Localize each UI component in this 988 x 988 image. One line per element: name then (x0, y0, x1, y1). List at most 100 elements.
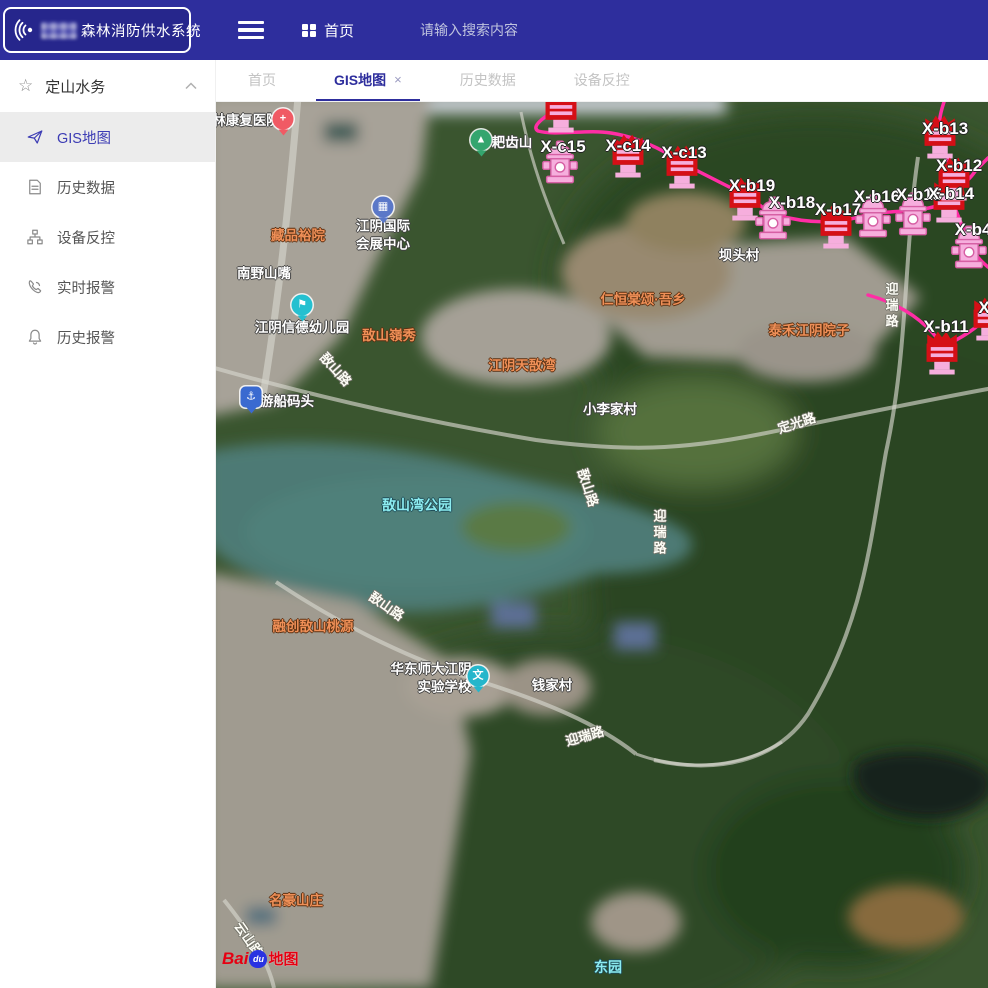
baidu-logo-suffix: 地图 (268, 948, 298, 969)
poi-marker-school[interactable]: 文 (468, 666, 489, 687)
marker-tail (297, 316, 307, 322)
tab-label: 设备反控 (574, 70, 630, 90)
sonar-icon (13, 18, 37, 42)
gis-map[interactable]: 林康复医院耙齿山藏品裕院江阴国际 会展中心南野山嘴江阴信德幼儿园敔山嶺秀江阴天敔… (216, 102, 988, 988)
sidebar-group-label: 定山水务 (45, 76, 185, 97)
map-label: 林康复医院 (216, 112, 280, 130)
sidebar-item-gis-map[interactable]: GIS地图 (0, 112, 215, 162)
hydrant-label: X-b11 (923, 317, 968, 337)
hydrant-label: X-c13 (661, 143, 706, 163)
map-label: 融创敔山桃源 (273, 618, 354, 636)
document-icon (26, 178, 44, 196)
wharf-icon: ⚓ (246, 392, 256, 403)
logo-censored-region (41, 22, 77, 39)
poi-marker-kindergarten[interactable]: ⚑ (292, 295, 313, 316)
chevron-up-icon[interactable] (185, 82, 197, 90)
sidebar-item-label: 历史报警 (57, 327, 115, 348)
map-label: 泰禾江阴院子 (769, 322, 850, 340)
baidu-maps-attribution: Bai du 地图 (222, 948, 298, 969)
hydrant-label: X-b16 (854, 187, 900, 207)
tab-device-control[interactable]: 设备反控 (556, 60, 648, 101)
bell-icon (26, 328, 44, 346)
map-label: 江阴天敔湾 (488, 357, 556, 375)
header-home-button[interactable]: 首页 (302, 0, 354, 60)
map-label: 藏品裕院 (271, 227, 325, 245)
map-label: 敔山路 (365, 589, 407, 625)
map-label: 敔山嶺秀 (362, 327, 416, 345)
hydrant-label: X-b18 (769, 193, 815, 213)
school-icon: 文 (473, 671, 484, 682)
map-label: 坝头村 (719, 247, 760, 265)
poi-marker-hospital[interactable]: + (273, 109, 294, 130)
poi-marker-exhibition[interactable]: ▦ (373, 197, 394, 218)
baidu-paw-icon: du (249, 950, 267, 968)
hydrant-label: X-b14 (928, 184, 974, 204)
hydrant-label: X-b4 (955, 220, 988, 240)
hospital-icon: + (280, 114, 286, 125)
star-icon: ☆ (18, 76, 33, 96)
hydrant-label: X (978, 298, 988, 318)
map-label: 游船码头 (260, 393, 314, 411)
app-header: 森林消防供水系统 首页 请输入搜索内容 (0, 0, 988, 60)
map-label: 钱家村 (532, 677, 573, 695)
hydrant-label: X-c15 (540, 137, 585, 157)
map-label: 定光路 (776, 410, 818, 438)
tab-close-icon[interactable]: × (394, 72, 402, 87)
hydrant-label: X-c14 (605, 136, 650, 156)
marker-tail (246, 408, 256, 414)
sidebar-item-label: 实时报警 (57, 277, 115, 298)
hydrant-marker[interactable] (543, 102, 580, 133)
map-label: 迎瑞路 (882, 282, 899, 330)
exhibition-icon: ▦ (378, 202, 388, 213)
hydrant-label: X-b13 (922, 119, 968, 139)
map-label: 小李家村 (583, 401, 637, 419)
sidebar-item-history-data[interactable]: 历史数据 (0, 162, 215, 212)
fire-hydrant-icon (543, 102, 580, 133)
hamburger-menu-icon[interactable] (238, 21, 264, 39)
marker-tail (278, 130, 288, 136)
tab-bar: 首页 GIS地图 × 历史数据 设备反控 (216, 60, 988, 102)
sidebar-item-label: GIS地图 (57, 127, 111, 148)
baidu-logo-bai: Bai (222, 949, 248, 969)
map-label: 南野山嘴 (237, 265, 291, 283)
map-overlay: 林康复医院耙齿山藏品裕院江阴国际 会展中心南野山嘴江阴信德幼儿园敔山嶺秀江阴天敔… (216, 102, 988, 988)
mountain-icon: ▲ (476, 135, 487, 146)
sidebar-item-device-control[interactable]: 设备反控 (0, 212, 215, 262)
map-label: 敔山湾公园 (382, 496, 452, 514)
tab-label: 历史数据 (460, 70, 516, 90)
map-label: 华东师大江阴 实验学校 (391, 660, 472, 695)
tab-label: 首页 (248, 70, 276, 90)
marker-tail (476, 151, 486, 157)
search-input[interactable]: 请输入搜索内容 (420, 0, 518, 60)
app-logo: 森林消防供水系统 (3, 7, 191, 53)
sitemap-icon (26, 228, 44, 246)
tab-history-data[interactable]: 历史数据 (442, 60, 534, 101)
send-icon (26, 128, 44, 146)
map-label: 耙齿山 (492, 134, 533, 152)
tab-home[interactable]: 首页 (230, 60, 294, 101)
hydrant-label: X-b12 (936, 156, 982, 176)
poi-marker-wharf[interactable]: ⚓ (241, 387, 262, 408)
map-label: 名豪山庄 (269, 892, 323, 910)
marker-tail (378, 218, 388, 224)
map-label: 江阴信德幼儿园 (255, 319, 350, 337)
sidebar-item-realtime-alarm[interactable]: 实时报警 (0, 262, 215, 312)
sidebar-item-label: 历史数据 (57, 177, 115, 198)
map-label: 迎瑞路 (564, 724, 606, 751)
sidebar-item-label: 设备反控 (57, 227, 115, 248)
poi-marker-mountain[interactable]: ▲ (471, 130, 492, 151)
sidebar: ☆ 定山水务 GIS地图 历史数据 设备反控 实时报警 历史报警 (0, 60, 216, 988)
map-label: 仁恒棠颂·吾乡 (600, 291, 686, 309)
map-label: 迎瑞路 (650, 509, 667, 557)
map-label: 敔山路 (573, 467, 601, 509)
marker-tail (473, 687, 483, 693)
tab-gis-map[interactable]: GIS地图 × (316, 60, 420, 101)
sidebar-item-history-alarm[interactable]: 历史报警 (0, 312, 215, 362)
phone-icon (26, 278, 44, 296)
grid-icon (302, 24, 315, 37)
header-home-label: 首页 (324, 20, 354, 41)
map-label: 东园 (594, 958, 622, 976)
tab-label: GIS地图 (334, 70, 386, 90)
app-title: 森林消防供水系统 (81, 20, 201, 41)
sidebar-group-dingshan[interactable]: ☆ 定山水务 (0, 60, 215, 112)
